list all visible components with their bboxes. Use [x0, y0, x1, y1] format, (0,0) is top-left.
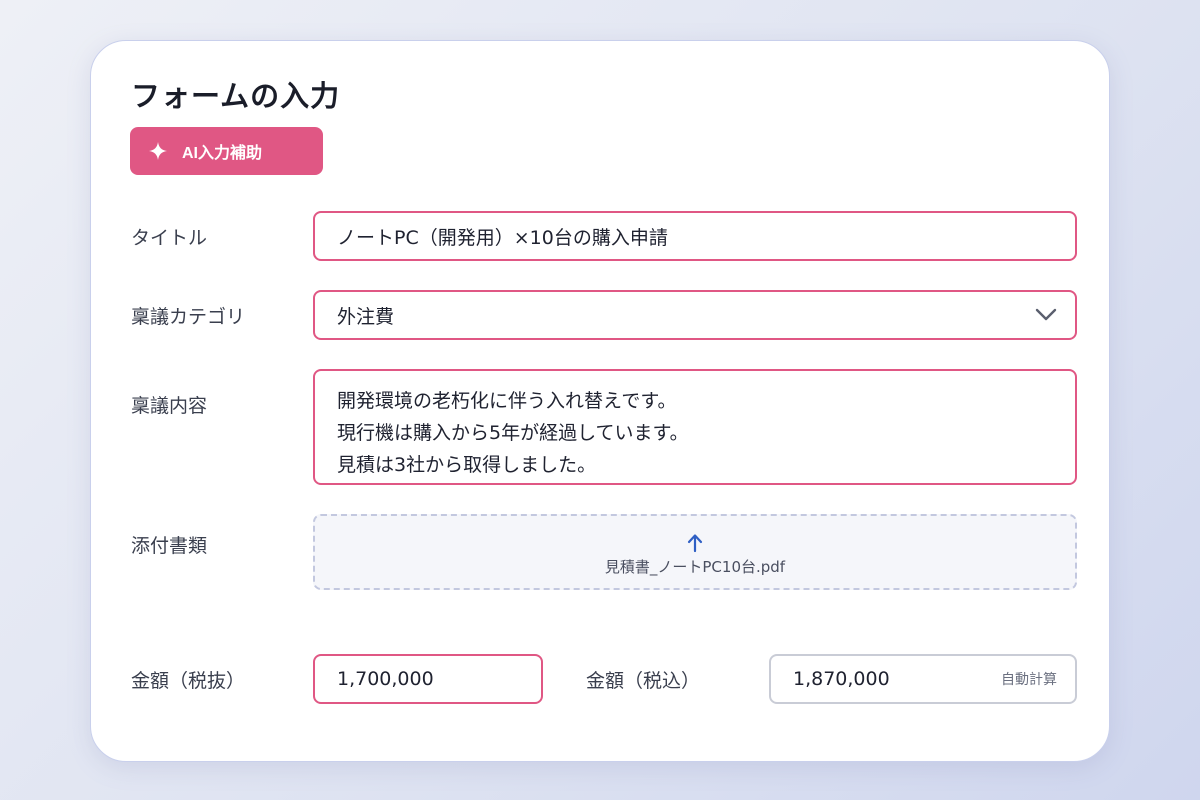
amount-post-tax-label: 金額（税込）	[586, 670, 701, 692]
ai-assist-button-label: AI入力補助	[182, 145, 263, 162]
amount-pre-tax-label: 金額（税抜）	[131, 670, 246, 692]
file-upload-dropzone[interactable]: 見積書_ノートPC10台.pdf	[313, 514, 1077, 590]
content-label: 稟議内容	[131, 395, 208, 417]
attachment-filename: 見積書_ノートPC10台.pdf	[604, 558, 786, 576]
title-input[interactable]: ノートPC（開発用）×10台の購入申請	[313, 211, 1077, 261]
content-line: 見積は3社から取得しました。	[337, 454, 597, 476]
amount-pre-tax-input[interactable]: 1,700,000	[313, 654, 543, 704]
amount-post-tax-value: 1,870,000	[793, 668, 890, 690]
sparkle-icon	[149, 142, 167, 160]
title-input-value: ノートPC（開発用）×10台の購入申請	[337, 226, 668, 249]
content-textarea[interactable]: 開発環境の老朽化に伴う入れ替えです。 現行機は購入から5年が経過しています。 見…	[313, 369, 1077, 485]
category-select[interactable]: 外注費	[313, 290, 1077, 340]
content-line: 開発環境の老朽化に伴う入れ替えです。	[337, 390, 677, 412]
amount-pre-tax-value: 1,700,000	[337, 668, 434, 690]
page-title: フォームの入力	[131, 79, 341, 113]
category-label: 稟議カテゴリ	[131, 306, 246, 328]
chevron-down-icon	[1035, 308, 1057, 321]
auto-calc-note: 自動計算	[1001, 672, 1057, 688]
title-label: タイトル	[131, 227, 208, 249]
attachment-label: 添付書類	[131, 535, 208, 557]
amount-post-tax-field: 1,870,000 自動計算	[769, 654, 1077, 704]
ai-assist-button[interactable]: AI入力補助	[130, 127, 323, 175]
form-card: フォームの入力 AI入力補助 タイトル ノートPC（開発用）×10台の購入申請 …	[90, 40, 1110, 762]
category-select-value: 外注費	[337, 305, 395, 328]
content-line: 現行機は購入から5年が経過しています。	[337, 422, 689, 444]
upload-arrow-icon	[687, 534, 703, 553]
